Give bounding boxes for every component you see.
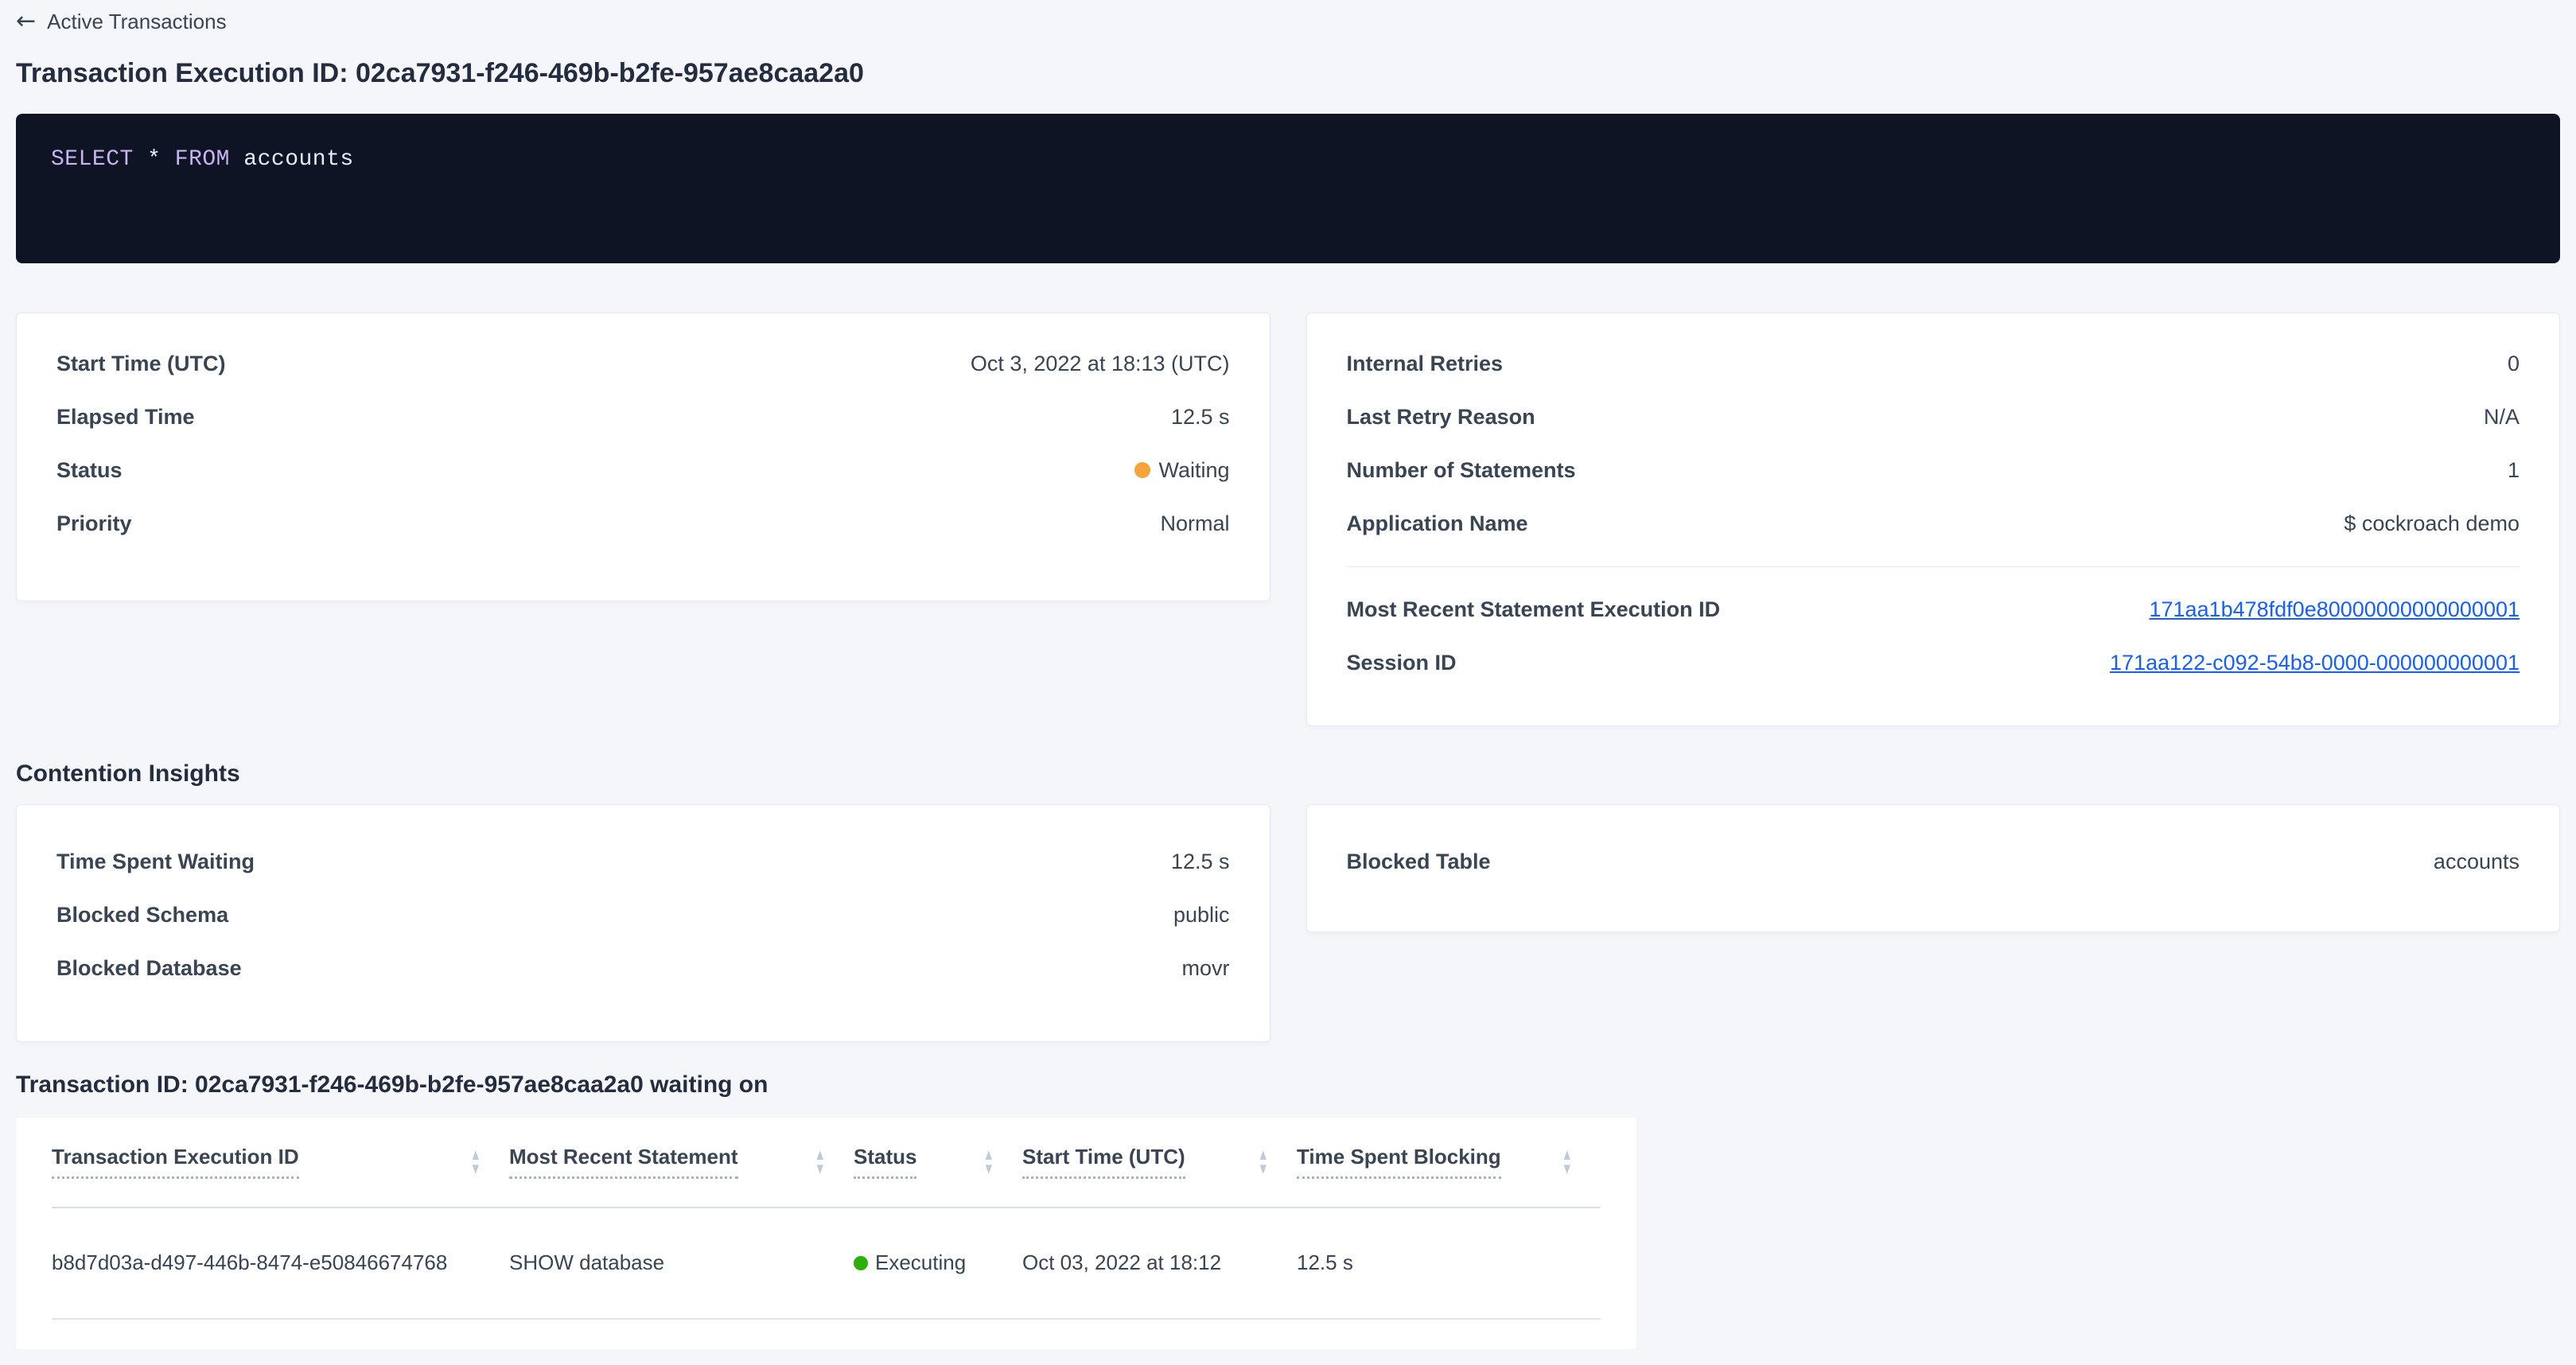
column-header-time-spent-blocking: Time Spent Blocking ▲▼ (1297, 1145, 1601, 1179)
blocked-schema-row: Blocked Schema public (56, 889, 1230, 942)
contention-waiting-card: Time Spent Waiting 12.5 s Blocked Schema… (16, 804, 1270, 1042)
session-id-label: Session ID (1347, 651, 1457, 675)
page-title: Transaction Execution ID: 02ca7931-f246-… (16, 57, 2560, 90)
blocked-schema-value: public (1173, 903, 1230, 928)
transaction-details-card: Internal Retries 0 Last Retry Reason N/A… (1306, 313, 2561, 726)
blocked-database-label: Blocked Database (56, 956, 242, 981)
elapsed-time-value: 12.5 s (1171, 405, 1230, 430)
last-retry-reason-value: N/A (2484, 405, 2520, 430)
sql-table-name: accounts (243, 147, 353, 172)
contention-insights-heading: Contention Insights (16, 760, 2560, 788)
column-label-most-recent-statement[interactable]: Most Recent Statement (509, 1145, 738, 1179)
column-label-transaction-execution-id[interactable]: Transaction Execution ID (52, 1145, 299, 1179)
sort-arrows-icon[interactable]: ▲▼ (984, 1149, 994, 1174)
contention-cards-row: Time Spent Waiting 12.5 s Blocked Schema… (16, 804, 2560, 1042)
status-executing-text: Executing (875, 1250, 966, 1275)
internal-retries-row: Internal Retries 0 (1347, 337, 2520, 391)
column-header-most-recent-statement: Most Recent Statement ▲▼ (509, 1145, 854, 1179)
statement-execution-id-link[interactable]: 171aa1b478fdf0e80000000000000001 (2150, 597, 2520, 622)
contention-blocked-table-card: Blocked Table accounts (1306, 804, 2561, 932)
sort-arrows-icon[interactable]: ▲▼ (1562, 1149, 1572, 1174)
application-name-value: $ cockroach demo (2344, 511, 2520, 536)
cell-most-recent-statement: SHOW database (509, 1250, 854, 1275)
time-spent-waiting-row: Time Spent Waiting 12.5 s (56, 835, 1230, 889)
cell-status: Executing (854, 1250, 1022, 1275)
number-of-statements-label: Number of Statements (1347, 458, 1576, 483)
time-spent-waiting-value: 12.5 s (1171, 850, 1230, 874)
sql-statement: SELECT * FROM accounts (51, 147, 354, 172)
start-time-row: Start Time (UTC) Oct 3, 2022 at 18:13 (U… (56, 337, 1230, 391)
column-header-status: Status ▲▼ (854, 1145, 1022, 1179)
status-text: Waiting (1158, 458, 1229, 483)
elapsed-time-row: Elapsed Time 12.5 s (56, 391, 1230, 444)
start-time-label: Start Time (UTC) (56, 352, 226, 376)
internal-retries-label: Internal Retries (1347, 352, 1504, 376)
status-row: Status Waiting (56, 444, 1230, 497)
statement-execution-id-row: Most Recent Statement Execution ID 171aa… (1347, 583, 2520, 636)
application-name-row: Application Name $ cockroach demo (1347, 497, 2520, 550)
statement-execution-id-label: Most Recent Statement Execution ID (1347, 597, 1721, 622)
application-name-label: Application Name (1347, 511, 1528, 536)
summary-cards-row: Start Time (UTC) Oct 3, 2022 at 18:13 (U… (16, 313, 2560, 726)
cell-start-time: Oct 03, 2022 at 18:12 (1022, 1250, 1297, 1275)
column-header-start-time: Start Time (UTC) ▲▼ (1022, 1145, 1297, 1179)
internal-retries-value: 0 (2508, 352, 2520, 376)
number-of-statements-value: 1 (2508, 458, 2520, 483)
column-header-transaction-execution-id: Transaction Execution ID ▲▼ (52, 1145, 509, 1179)
waiting-transactions-table: Transaction Execution ID ▲▼ Most Recent … (16, 1118, 1636, 1349)
time-spent-waiting-label: Time Spent Waiting (56, 850, 255, 874)
last-retry-reason-label: Last Retry Reason (1347, 405, 1535, 430)
sql-keyword-from: FROM (175, 147, 230, 172)
last-retry-reason-row: Last Retry Reason N/A (1347, 391, 2520, 444)
page-content: ← Active Transactions Transaction Execut… (0, 0, 2576, 1349)
arrow-left-icon: ← (16, 10, 36, 33)
blocked-table-value: accounts (2434, 850, 2520, 874)
sort-arrows-icon[interactable]: ▲▼ (815, 1149, 825, 1174)
status-waiting-dot-icon (1134, 462, 1150, 478)
blocked-table-label: Blocked Table (1347, 850, 1491, 874)
start-time-value: Oct 3, 2022 at 18:13 (UTC) (971, 352, 1230, 376)
waiting-on-heading: Transaction ID: 02ca7931-f246-469b-b2fe-… (16, 1071, 2560, 1099)
blocked-database-value: movr (1182, 956, 1230, 981)
column-label-time-spent-blocking[interactable]: Time Spent Blocking (1297, 1145, 1501, 1179)
cell-transaction-execution-id: b8d7d03a-d497-446b-8474-e50846674768 (52, 1250, 509, 1275)
column-label-start-time[interactable]: Start Time (UTC) (1022, 1145, 1185, 1179)
cell-time-spent-blocking: 12.5 s (1297, 1250, 1601, 1275)
status-value: Waiting (1134, 458, 1229, 483)
session-id-row: Session ID 171aa122-c092-54b8-0000-00000… (1347, 636, 2520, 690)
elapsed-time-label: Elapsed Time (56, 405, 195, 430)
back-navigation[interactable]: ← Active Transactions (16, 0, 2560, 33)
number-of-statements-row: Number of Statements 1 (1347, 444, 2520, 497)
sql-keyword-select: SELECT (51, 147, 134, 172)
table-header-row: Transaction Execution ID ▲▼ Most Recent … (52, 1118, 1601, 1208)
back-link-active-transactions[interactable]: Active Transactions (47, 10, 226, 34)
table-row: b8d7d03a-d497-446b-8474-e50846674768 SHO… (52, 1208, 1601, 1320)
column-label-status[interactable]: Status (854, 1145, 916, 1179)
card-divider (1347, 566, 2520, 567)
sort-arrows-icon[interactable]: ▲▼ (471, 1149, 481, 1174)
sort-arrows-icon[interactable]: ▲▼ (1259, 1149, 1268, 1174)
transaction-overview-card: Start Time (UTC) Oct 3, 2022 at 18:13 (U… (16, 313, 1270, 601)
priority-row: Priority Normal (56, 497, 1230, 550)
session-id-link[interactable]: 171aa122-c092-54b8-0000-000000000001 (2110, 651, 2520, 675)
sql-statement-box: SELECT * FROM accounts (16, 114, 2560, 263)
sql-asterisk: * (147, 147, 161, 172)
priority-value: Normal (1160, 511, 1229, 536)
status-executing-dot-icon (854, 1256, 868, 1270)
blocked-database-row: Blocked Database movr (56, 942, 1230, 995)
status-label: Status (56, 458, 123, 483)
blocked-table-row: Blocked Table accounts (1347, 835, 2520, 889)
priority-label: Priority (56, 511, 132, 536)
blocked-schema-label: Blocked Schema (56, 903, 228, 928)
